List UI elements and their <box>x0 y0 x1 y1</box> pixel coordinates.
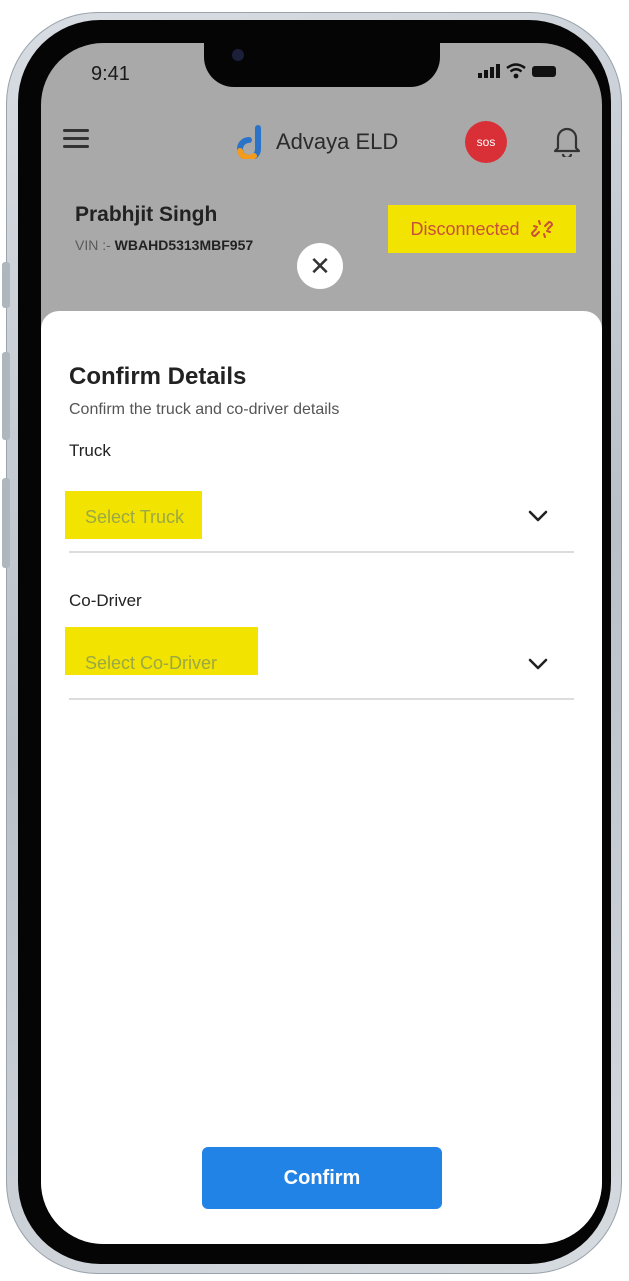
chevron-down-icon[interactable] <box>527 509 549 523</box>
brand: Advaya ELD <box>236 125 398 159</box>
sheet-title: Confirm Details <box>69 363 247 390</box>
truck-select-placeholder: Select Truck <box>85 507 185 527</box>
co-driver-label: Co-Driver <box>69 591 142 610</box>
close-icon: ✕ <box>309 250 331 281</box>
sos-button[interactable]: sos <box>465 121 507 163</box>
close-modal-button[interactable]: ✕ <box>297 243 343 289</box>
broken-link-icon <box>530 220 553 238</box>
bell-icon[interactable] <box>553 125 581 157</box>
vin-label: VIN :- <box>75 237 111 253</box>
chevron-down-icon[interactable] <box>527 657 549 671</box>
confirm-button[interactable]: Confirm <box>202 1147 442 1209</box>
sheet-subtitle: Confirm the truck and co-driver details <box>69 401 340 418</box>
phone-side-button <box>2 262 10 308</box>
co-driver-select-placeholder: Select Co-Driver <box>85 653 218 673</box>
confirm-details-sheet: Confirm Details Confirm the truck and co… <box>41 311 602 1244</box>
driver-name: Prabhjit Singh <box>75 203 218 226</box>
connection-status-text: Disconnected <box>410 218 520 239</box>
phone-side-button <box>2 478 10 568</box>
status-icons <box>478 63 556 79</box>
vin-line: VIN :- WBAHD5313MBF957 <box>75 237 253 253</box>
truck-select-underline <box>69 551 574 553</box>
connection-status-badge[interactable]: Disconnected <box>388 205 576 253</box>
app-header: Advaya ELD sos <box>41 115 602 171</box>
notch <box>204 43 440 87</box>
truck-label: Truck <box>69 441 111 460</box>
signal-icon <box>478 64 500 78</box>
phone-side-button <box>2 352 10 440</box>
advaya-logo-icon <box>237 125 261 159</box>
camera-icon <box>232 49 244 61</box>
hamburger-icon[interactable] <box>63 129 89 153</box>
wifi-icon <box>506 63 526 79</box>
vin-value: WBAHD5313MBF957 <box>114 237 254 253</box>
co-driver-select-underline <box>69 698 574 700</box>
battery-icon <box>532 65 556 77</box>
brand-name: Advaya ELD <box>276 129 399 154</box>
status-time: 9:41 <box>91 63 130 85</box>
phone-screen: 9:41 Advaya ELD sos Prabhjit Singh VIN:… <box>41 43 602 1244</box>
